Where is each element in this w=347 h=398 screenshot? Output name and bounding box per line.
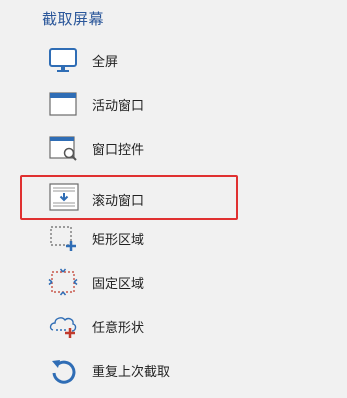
menu-item-label: 窗口控件 [92, 143, 145, 158]
menu-item-label: 固定区域 [92, 277, 145, 292]
menu-item-repeat-capture[interactable]: 重复上次截取 [28, 350, 238, 390]
scroll-window-icon [48, 182, 79, 211]
panel-title: 截取屏幕 [42, 10, 105, 28]
menu-item-label: 矩形区域 [92, 233, 145, 248]
menu-item-label: 滚动窗口 [92, 194, 145, 209]
fixed-region-icon [48, 268, 78, 296]
repeat-capture-icon [48, 356, 78, 384]
menu-item-active-window[interactable]: 活动窗口 [28, 84, 238, 124]
menu-item-label: 重复上次截取 [92, 365, 171, 380]
monitor-icon [48, 46, 78, 74]
menu-item-label: 任意形状 [92, 321, 145, 336]
menu-item-window-control[interactable]: 窗口控件 [28, 128, 238, 168]
freeform-shape-icon [48, 312, 78, 340]
capture-screen-panel: 截取屏幕 全屏 活动窗口 窗口控件 滚动窗口 矩形区域 固定区域 任意形状 重复… [0, 0, 347, 398]
rect-region-icon [48, 224, 78, 252]
menu-item-fixed-region[interactable]: 固定区域 [28, 262, 238, 302]
menu-item-rect-region[interactable]: 矩形区域 [28, 218, 238, 258]
menu-item-fullscreen[interactable]: 全屏 [28, 40, 238, 80]
menu-item-scroll-window[interactable]: 滚动窗口 [20, 175, 238, 220]
menu-item-label: 活动窗口 [92, 99, 145, 114]
window-icon [48, 90, 78, 118]
window-control-icon [48, 134, 78, 162]
menu-item-freeform-shape[interactable]: 任意形状 [28, 306, 238, 346]
menu-item-label: 全屏 [92, 55, 119, 70]
